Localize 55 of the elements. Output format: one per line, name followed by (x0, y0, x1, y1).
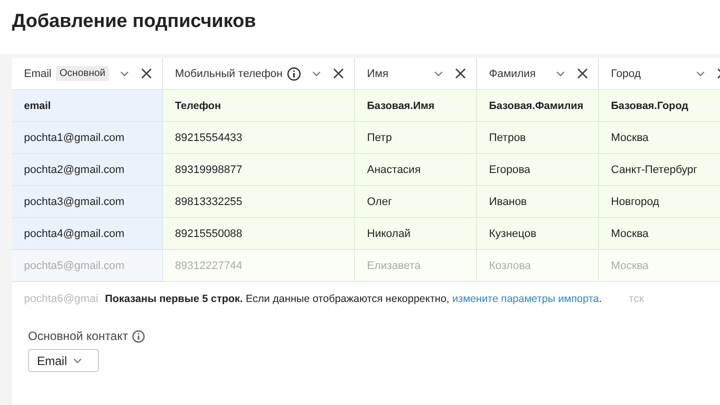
table-cell: Иванов (477, 186, 599, 218)
table-cell: Козлова (477, 250, 599, 282)
close-icon[interactable] (333, 68, 344, 79)
field-label: Основной контакт (28, 329, 128, 343)
table-cell: pochta3@gmail.com (12, 186, 163, 218)
chevron-down-icon[interactable] (556, 70, 565, 76)
info-icon[interactable] (286, 66, 301, 80)
table-cell: 89215554433 (163, 122, 355, 154)
mapping-cell: Телефон (163, 90, 355, 122)
table-cell: Кузнецов (477, 218, 599, 250)
mapping-cell: Базовая.Фамилия (477, 90, 599, 122)
table-cell: pochta2@gmail.com (12, 154, 163, 186)
table-cell: 89215550088 (163, 218, 355, 250)
table-cell: pochta5@gmail.com (12, 250, 163, 282)
column-label: Мобильный телефон (175, 68, 283, 80)
page-title: Добавление подписчиков (11, 10, 257, 34)
mapping-cell: email (12, 90, 163, 122)
close-icon[interactable] (141, 68, 152, 79)
mapping-cell: Базовая.Имя (355, 90, 477, 122)
table-cell: 89319998877 (163, 154, 355, 186)
table-cell: Новгород (599, 186, 720, 218)
table-cell: pochta4@gmail.com (12, 218, 163, 250)
table-cell: Олег (355, 186, 477, 218)
table-cell: pochta1@gmail.com (12, 122, 163, 154)
table-cell: 89312227744 (163, 250, 355, 282)
table-cell: Петр (355, 122, 477, 154)
column-label: Город (611, 68, 641, 80)
table-cell: тск (628, 293, 644, 305)
table-cell: Москва (599, 250, 720, 282)
close-icon[interactable] (455, 68, 466, 79)
close-icon[interactable] (577, 68, 588, 79)
table-cell: Москва (599, 218, 720, 250)
chevron-down-icon[interactable] (434, 70, 443, 76)
table-cell: Елизавета (355, 250, 477, 282)
table-cell: Москва (599, 122, 720, 154)
chevron-down-icon[interactable] (120, 70, 129, 76)
table-cell: pochta6@gmai (24, 293, 98, 305)
import-settings-link[interactable]: измените параметры импорта (452, 293, 599, 305)
column-label: Фамилия (489, 68, 536, 80)
info-icon[interactable] (132, 330, 145, 342)
table-cell: Анастасия (355, 154, 477, 186)
column-label: Email (24, 68, 52, 80)
primary-contact-dropdown[interactable]: Email (28, 349, 100, 372)
chevron-down-icon[interactable] (696, 70, 705, 76)
table-cell: 89813332255 (163, 186, 355, 218)
chevron-down-icon[interactable] (73, 358, 82, 364)
table-cell: Петров (477, 122, 599, 154)
table-cell: Санкт-Петербург (599, 154, 720, 186)
chevron-down-icon[interactable] (312, 70, 321, 76)
table-cell: Николай (355, 218, 477, 250)
primary-badge: Основной (56, 66, 110, 81)
preview-notice: Показаны первые 5 строк. Если данные отображаются некорректно, измените параметры импорта. (105, 293, 602, 305)
column-label: Имя (367, 68, 388, 80)
mapping-cell: Базовая.Город (599, 90, 720, 122)
table-cell: Егорова (477, 154, 599, 186)
